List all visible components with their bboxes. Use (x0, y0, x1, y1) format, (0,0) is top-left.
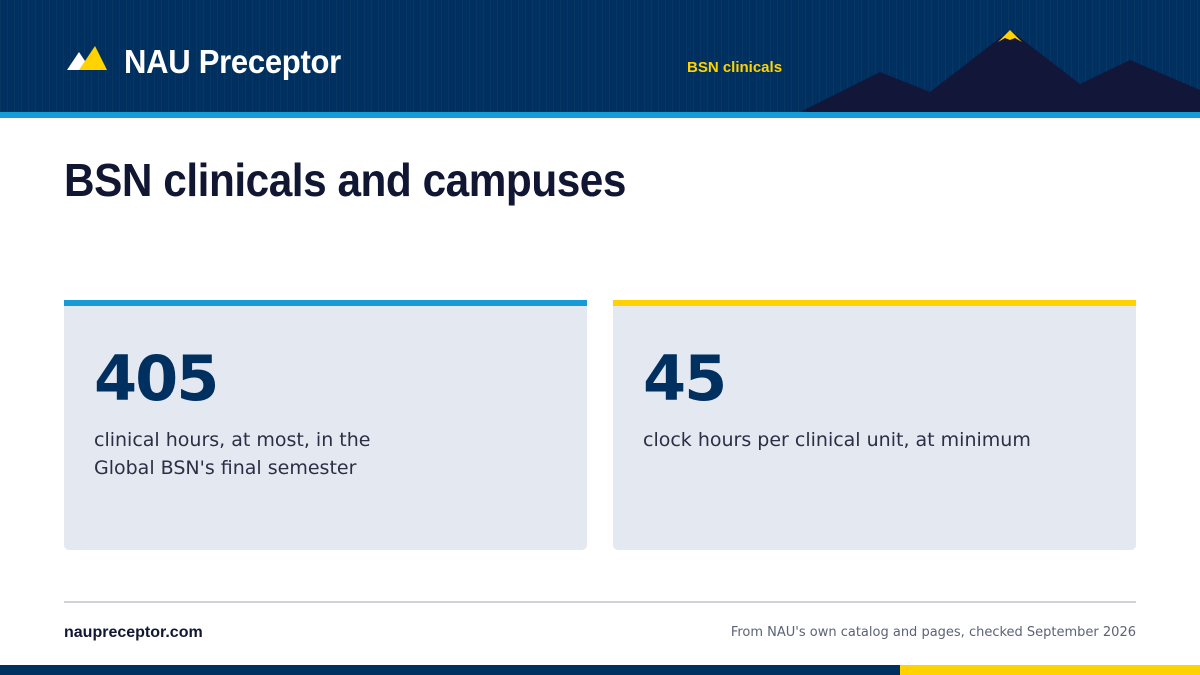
stat-value: 405 (94, 342, 219, 415)
stat-card-clock-hours: 45 clock hours per clinical unit, at min… (613, 300, 1136, 550)
mountain-range-icon (800, 30, 1200, 112)
stat-card-clinical-hours: 405 clinical hours, at most, in the Glob… (64, 300, 587, 550)
site-header: NAU Preceptor BSN clinicals (0, 0, 1200, 112)
bottom-bar-gold (900, 665, 1200, 675)
stat-value: 45 (643, 342, 727, 415)
header-accent-stripe (0, 112, 1200, 118)
footer-source-note: From NAU's own catalog and pages, checke… (730, 625, 1136, 640)
mountain-logo-icon[interactable] (67, 46, 107, 70)
footer-site-link[interactable]: naupreceptor.com (64, 623, 203, 643)
brand-name[interactable]: NAU Preceptor (124, 42, 341, 82)
page-title: BSN clinicals and campuses (64, 154, 626, 206)
nav-link-bsn-clinicals[interactable]: BSN clinicals (687, 59, 782, 77)
footer-divider (64, 601, 1136, 603)
stat-description: clinical hours, at most, in the Global B… (94, 429, 371, 479)
bottom-bar-navy (0, 665, 900, 675)
stat-description: clock hours per clinical unit, at minimu… (643, 429, 1031, 451)
